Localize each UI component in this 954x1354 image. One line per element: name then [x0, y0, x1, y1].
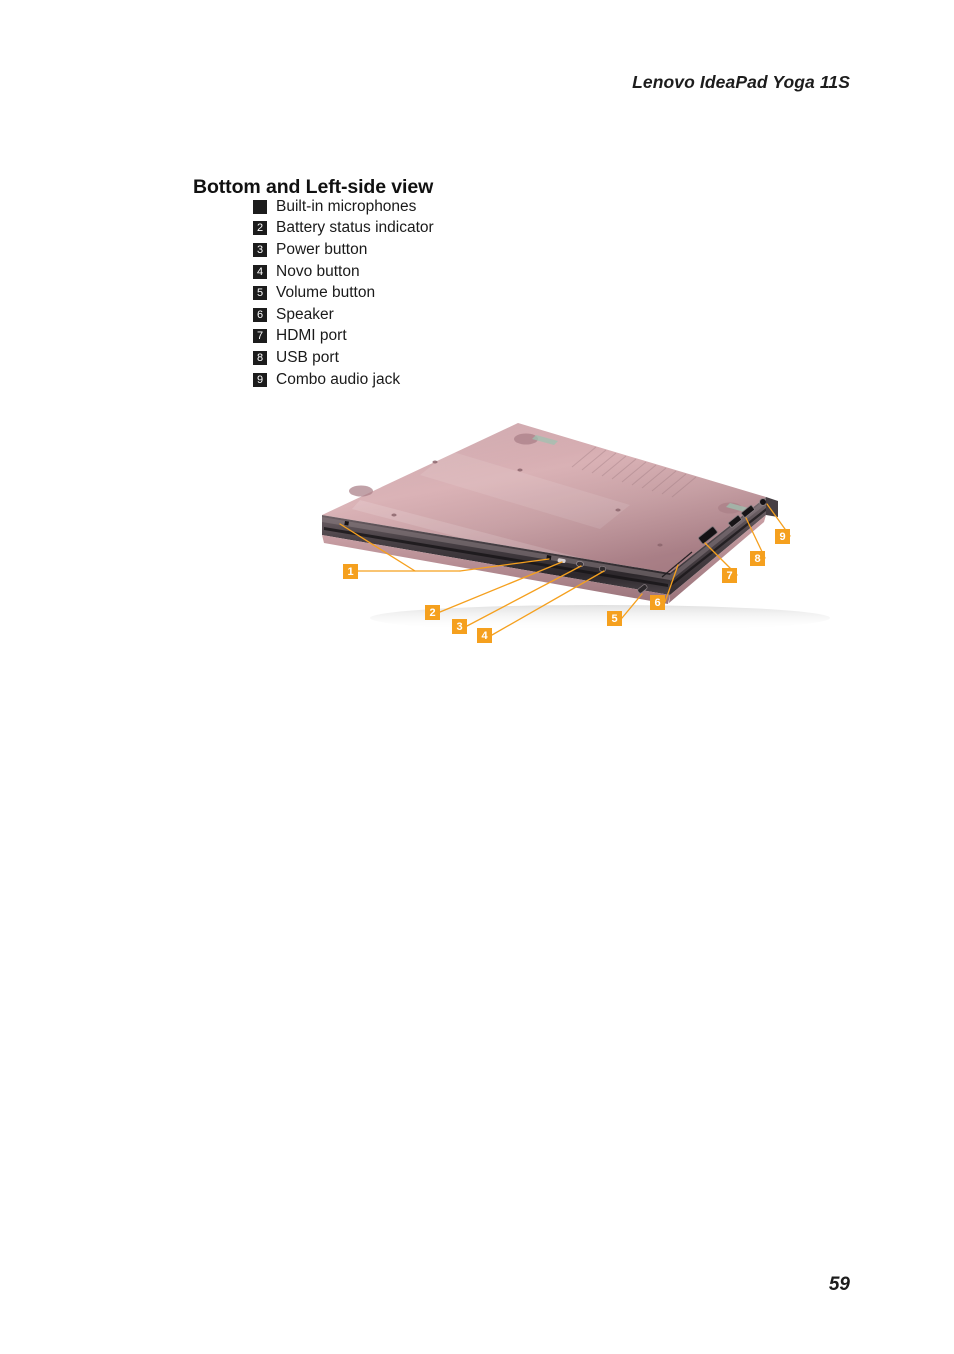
- callout-badge-6: 6: [650, 595, 665, 610]
- legend-badge-1: 1: [253, 199, 267, 214]
- svg-text:8: 8: [754, 553, 760, 565]
- legend-label-5: Volume button: [276, 284, 376, 302]
- callout-badge-1: 1: [343, 564, 358, 579]
- legend-label-9: Combo audio jack: [276, 370, 401, 388]
- list-item: 8 USB port: [253, 347, 434, 369]
- combo-audio-jack: [759, 498, 767, 506]
- legend-label-3: Power button: [276, 240, 368, 258]
- legend-label-4: Novo button: [276, 262, 360, 280]
- svg-text:9: 9: [779, 531, 785, 543]
- callout-badge-2: 2: [425, 605, 440, 620]
- svg-text:4: 4: [481, 630, 488, 642]
- legend-label-2: Battery status indicator: [276, 219, 434, 237]
- callout-legend-list: 1 Built-in microphones 2 Battery status …: [253, 196, 434, 390]
- svg-text:5: 5: [611, 613, 617, 625]
- rear-right-corner: [766, 497, 778, 517]
- legend-badge-5: 5: [253, 286, 267, 301]
- list-item: 9 Combo audio jack: [253, 369, 434, 391]
- svg-text:6: 6: [654, 597, 660, 609]
- callout-badge-7: 7: [722, 568, 737, 583]
- legend-badge-2: 2: [253, 221, 267, 236]
- page-number: 59: [828, 1274, 850, 1295]
- legend-label-8: USB port: [276, 348, 339, 366]
- list-item: 5 Volume button: [253, 282, 434, 304]
- list-item: 7 HDMI port: [253, 326, 434, 348]
- svg-text:7: 7: [726, 570, 732, 582]
- list-item: 2 Battery status indicator: [253, 218, 434, 240]
- document-page: Lenovo IdeaPad Yoga 11S Bottom and Left-…: [0, 0, 954, 1354]
- legend-badge-8: 8: [253, 350, 267, 365]
- callout-badge-5: 5: [607, 611, 622, 626]
- product-diagram-figure: 1 2 3 4 5 6 7 8 9: [300, 405, 840, 665]
- legend-label-7: HDMI port: [276, 327, 347, 345]
- svg-text:1: 1: [347, 566, 353, 578]
- legend-badge-3: 3: [253, 242, 267, 257]
- novo-button: [599, 565, 606, 572]
- svg-text:2: 2: [429, 607, 435, 619]
- running-header-title: Lenovo IdeaPad Yoga 11S: [632, 72, 850, 92]
- list-item: 4 Novo button: [253, 261, 434, 283]
- list-item: 6 Speaker: [253, 304, 434, 326]
- list-item: 3 Power button: [253, 239, 434, 261]
- callout-badge-8: 8: [750, 551, 765, 566]
- laptop-bottom-view-illustration: 1 2 3 4 5 6 7 8 9: [322, 423, 830, 643]
- callout-badge-4: 4: [477, 628, 492, 643]
- callout-badge-9: 9: [775, 529, 790, 544]
- list-item: 1 Built-in microphones: [253, 196, 434, 218]
- legend-badge-9: 9: [253, 372, 267, 387]
- legend-label-6: Speaker: [276, 305, 334, 323]
- legend-badge-6: 6: [253, 307, 267, 322]
- legend-badge-4: 4: [253, 264, 267, 279]
- legend-badge-7: 7: [253, 329, 267, 344]
- legend-label-1: Built-in microphones: [276, 197, 417, 215]
- svg-text:3: 3: [456, 621, 462, 633]
- callout-badge-3: 3: [452, 619, 467, 634]
